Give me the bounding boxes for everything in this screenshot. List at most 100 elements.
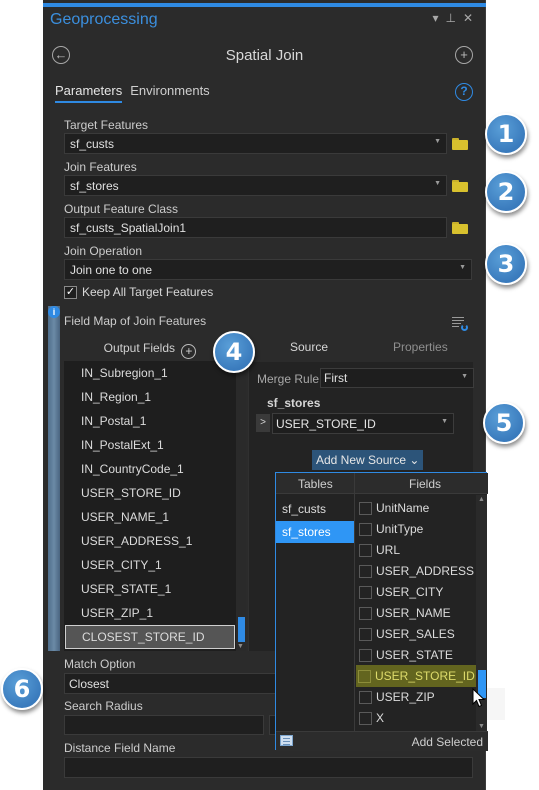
tab-environments[interactable]: Environments [130, 83, 209, 103]
field-item[interactable]: X [357, 708, 477, 728]
field-item[interactable]: USER_ADDRESS [357, 561, 477, 581]
output-field-item[interactable]: USER_STATE_1 [64, 577, 236, 601]
field-name: USER_ZIP [376, 690, 435, 704]
output-feature-class-label: Output Feature Class [64, 202, 179, 216]
tab-properties[interactable]: Properties [393, 340, 448, 354]
output-field-item[interactable]: IN_CountryCode_1 [64, 457, 236, 481]
target-features-select[interactable]: sf_custs ▼ [64, 133, 447, 154]
field-item[interactable]: USER_SALES [357, 624, 477, 644]
search-radius-label: Search Radius [64, 699, 143, 713]
output-field-item[interactable]: USER_ADDRESS_1 [64, 529, 236, 553]
source-properties-tabs: Source Properties [248, 340, 473, 360]
table-item[interactable]: sf_custs [276, 498, 354, 520]
callout-badge-1: 1 [485, 113, 527, 155]
match-option-select[interactable]: Closest [64, 673, 279, 694]
popup-column-divider [354, 473, 355, 731]
join-operation-select[interactable]: Join one to one ▼ [64, 259, 472, 280]
tab-parameters[interactable]: Parameters [55, 83, 123, 103]
search-radius-input[interactable] [64, 715, 264, 735]
field-item-hovered[interactable]: USER_STORE_ID [356, 665, 477, 687]
checkbox-checked-icon: ✓ [64, 285, 77, 299]
reset-field-map-icon[interactable] [452, 317, 468, 331]
chevron-down-icon: ▼ [461, 373, 468, 380]
output-field-item[interactable]: IN_Region_1 [64, 385, 236, 409]
field-item[interactable]: UnitName [357, 498, 477, 518]
match-option-value: Closest [69, 677, 110, 691]
output-field-item[interactable]: USER_CITY_1 [64, 553, 236, 577]
field-map-title: Field Map of Join Features [64, 314, 207, 328]
add-tool-plus-icon[interactable]: + [455, 46, 473, 64]
checkbox-unchecked-icon [359, 711, 372, 725]
merge-rule-value: First [324, 371, 348, 385]
close-icon[interactable]: ✕ [463, 11, 473, 25]
add-source-popup: Tables Fields sf_custs sf_stores UnitNam… [275, 472, 488, 751]
join-features-label: Join Features [64, 160, 137, 174]
field-item[interactable]: USER_NAME [357, 603, 477, 623]
table-item-selected[interactable]: sf_stores [276, 521, 354, 543]
scroll-down-arrow-icon[interactable]: ▼ [478, 723, 485, 730]
field-name: X [376, 711, 385, 725]
pane-accent-bar [43, 3, 486, 7]
scroll-down-arrow-icon[interactable]: ▼ [237, 643, 244, 650]
distance-field-name-input[interactable] [64, 757, 473, 778]
pin-icon[interactable]: ⊥ [445, 11, 455, 25]
help-icon[interactable]: ? [455, 83, 473, 101]
info-side-bar [48, 306, 60, 651]
info-icon[interactable]: i [48, 306, 60, 318]
merge-rule-select[interactable]: First ▼ [320, 368, 474, 388]
browse-folder-icon[interactable] [452, 138, 468, 150]
field-name: UnitType [376, 522, 424, 536]
field-item[interactable]: USER_STATE [357, 645, 477, 665]
join-features-select[interactable]: sf_stores ▼ [64, 175, 447, 196]
chevron-down-icon: ▼ [434, 180, 441, 187]
chevron-down-icon: ▼ [459, 264, 466, 271]
scrollbar-thumb[interactable] [238, 617, 245, 642]
field-name: USER_NAME [376, 606, 451, 620]
output-field-item[interactable]: USER_NAME_1 [64, 505, 236, 529]
output-field-item[interactable]: USER_ZIP_1 [64, 601, 236, 625]
callout-badge-4: 4 [213, 331, 255, 373]
merge-rule-label: Merge Rule [257, 372, 320, 386]
keep-all-target-features-checkbox[interactable]: ✓ Keep All Target Features [64, 285, 213, 299]
browse-folder-icon[interactable] [452, 180, 468, 192]
add-output-field-plus-icon[interactable]: + [181, 344, 197, 359]
checkbox-unchecked-icon [359, 543, 372, 557]
pane-menu-icon[interactable]: ▾ [432, 11, 438, 25]
output-field-item[interactable]: IN_PostalExt_1 [64, 433, 236, 457]
checkbox-unchecked-icon [359, 501, 372, 515]
output-field-item[interactable]: IN_Postal_1 [64, 409, 236, 433]
field-item[interactable]: USER_CITY [357, 582, 477, 602]
target-features-label: Target Features [64, 118, 149, 132]
field-name: UnitName [376, 501, 430, 515]
output-field-item[interactable]: IN_Subregion_1 [64, 361, 236, 385]
pane-title: Geoprocessing [50, 11, 158, 28]
output-feature-class-input[interactable]: sf_custs_SpatialJoin1 [64, 217, 447, 238]
checkbox-unchecked-icon [359, 564, 372, 578]
tool-tabs: Parameters Environments [55, 83, 210, 103]
callout-badge-6: 6 [1, 668, 43, 710]
expand-chevron-icon[interactable]: > [256, 414, 270, 432]
field-item[interactable]: URL [357, 540, 477, 560]
popup-footer: Add Selected [276, 731, 488, 751]
pane-controls: ▾ ⊥ ✕ [432, 11, 473, 25]
field-item[interactable]: UnitType [357, 519, 477, 539]
callout-badge-2: 2 [485, 171, 527, 213]
scroll-up-arrow-icon[interactable]: ▲ [478, 496, 485, 503]
tool-title: Spatial Join [225, 47, 304, 64]
add-selected-button[interactable]: Add Selected [412, 735, 483, 749]
tab-source[interactable]: Source [290, 340, 328, 354]
output-field-item[interactable]: USER_STORE_ID [64, 481, 236, 505]
output-fields-header: Output Fields + [64, 336, 236, 361]
output-fields-scrollbar[interactable]: ▼ [236, 361, 246, 651]
browse-folder-icon[interactable] [452, 222, 468, 234]
source-layer-name: sf_stores [267, 396, 321, 410]
target-features-value: sf_custs [70, 137, 115, 151]
add-new-source-button[interactable]: Add New Source ⌄ [312, 450, 424, 470]
keep-all-target-features-label: Keep All Target Features [82, 285, 214, 299]
source-field-select[interactable]: USER_STORE_ID ▼ [272, 413, 454, 434]
field-item[interactable]: USER_ZIP [357, 687, 477, 707]
table-list-icon[interactable] [280, 735, 293, 746]
output-field-item-selected[interactable]: CLOSEST_STORE_ID [65, 625, 235, 649]
popup-header: Tables Fields [276, 473, 488, 494]
chevron-down-icon: ▼ [441, 418, 448, 425]
